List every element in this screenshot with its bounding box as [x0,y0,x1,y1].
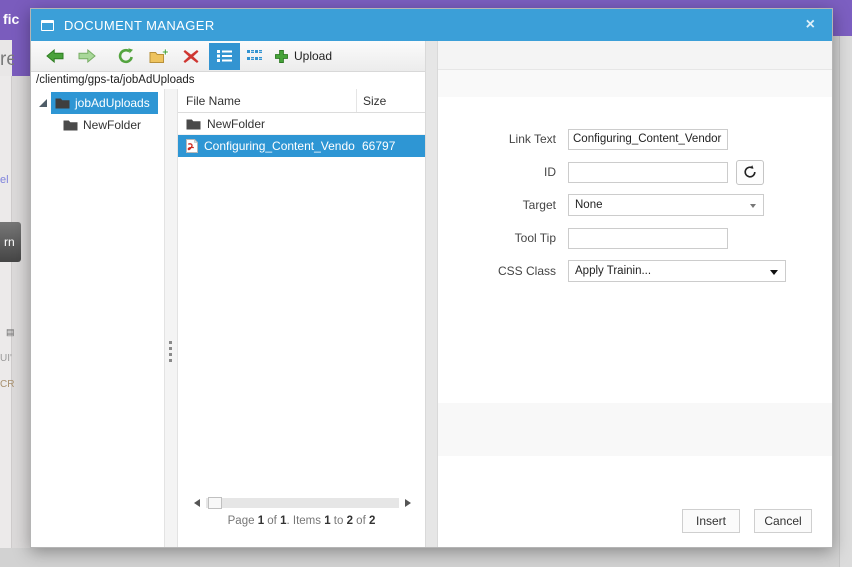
tooltip-field[interactable] [568,227,728,249]
file-browser-pane: Upload /clientimg/gps-ta/jobAdUploads jo… [31,41,425,547]
column-header-size[interactable]: Size [356,89,425,112]
window-icon [41,19,54,31]
link-text-field[interactable] [568,128,728,150]
scroll-right-icon[interactable] [405,499,411,507]
preview-band [438,403,832,456]
column-header-file-name[interactable]: File Name [178,94,356,108]
table-row[interactable]: NewFolder [178,113,425,135]
link-properties-pane: Link Text ID Target None [438,41,832,547]
page-scrollbar [839,36,852,567]
dialog-titlebar[interactable]: DOCUMENT MANAGER × [31,9,832,41]
folder-tree: jobAdUploads NewFolder [31,89,164,547]
file-name: Configuring_Content_Vendo [204,138,355,153]
file-size: 66797 [362,138,396,153]
pager-scrollbar [194,496,411,510]
properties-header-band [438,41,832,70]
upload-icon [275,49,288,63]
folder-icon [186,119,201,129]
file-grid: File Name Size NewFolder Configuring_Con… [178,89,425,547]
dialog-footer: Insert Cancel [682,509,812,533]
page-link-fragment: el [0,174,9,186]
splitter-grip[interactable] [169,341,172,365]
tree-node-jobaduploads[interactable]: jobAdUploads [31,92,164,114]
file-name: NewFolder [207,116,266,131]
new-folder-button[interactable] [142,43,176,70]
css-class-value: Apply Trainin... [575,265,652,277]
tree-node-label: jobAdUploads [75,96,150,110]
css-class-label: CSS Class [497,264,556,278]
page-header-text-fragment: fic [3,11,20,27]
tree-node-selected[interactable]: jobAdUploads [51,92,158,114]
current-path: /clientimg/gps-ta/jobAdUploads [36,74,195,86]
id-field[interactable] [568,161,728,183]
page-button-fragment: rn [0,222,21,262]
page-heading-fragment: re [0,49,14,70]
refresh-button[interactable] [109,43,142,70]
id-label: ID [544,165,556,179]
chevron-down-icon [750,204,756,208]
cancel-button[interactable]: Cancel [754,509,812,533]
form-row-link-text: Link Text [438,128,832,150]
grid-view-button[interactable] [240,43,269,70]
page-text-fragment-cri: CRI [0,379,14,390]
target-label: Target [522,198,556,212]
table-row-selected[interactable]: Configuring_Content_Vendo 66797 [178,135,425,157]
delete-button[interactable] [176,43,206,70]
forward-button[interactable] [71,43,103,70]
expander-icon[interactable] [39,99,47,107]
back-button[interactable] [39,43,71,70]
grid-header: File Name Size [178,89,425,113]
list-view-icon [217,50,232,62]
chevron-down-icon [770,270,778,275]
scrollbar-thumb[interactable] [208,497,222,509]
upload-button[interactable]: Upload [275,49,332,63]
css-class-dropdown[interactable]: Apply Trainin... [568,260,786,282]
form-row-target: Target None [438,194,832,216]
close-icon[interactable]: × [806,17,815,33]
dialog-title: DOCUMENT MANAGER [64,17,215,33]
delete-icon [183,49,199,63]
form-row-id: ID [438,159,832,185]
refresh-icon [118,48,133,64]
pager-status: Page 1 of 1. Items 1 to 2 of 2 [227,515,376,527]
folder-icon [63,120,78,131]
target-dropdown[interactable]: None [568,194,764,216]
scrollbar-track[interactable] [206,497,399,509]
link-text-label: Link Text [508,132,556,146]
pdf-file-icon [186,138,198,153]
link-properties-form: Link Text ID Target None [438,128,832,293]
rotate-icon [744,165,756,178]
generate-id-button[interactable] [736,159,764,185]
screen: fic re el rn ▤ UI' CRI DOCUMENT MANAGER … [0,0,852,567]
tree-splitter[interactable] [164,89,178,547]
tooltip-label: Tool Tip [514,231,556,245]
tree-node-newfolder[interactable]: NewFolder [31,114,164,136]
forward-icon [78,49,96,63]
back-icon [46,49,64,63]
page-left-strip [0,76,30,548]
new-folder-icon [149,48,169,63]
form-row-css-class: CSS Class Apply Trainin... [438,260,832,282]
scroll-left-icon[interactable] [194,499,200,507]
document-manager-dialog: DOCUMENT MANAGER × Upload /clientimg/gps… [30,8,833,548]
tree-node-label: NewFolder [83,118,142,132]
properties-subheader-band [438,70,832,97]
page-doc-icon: ▤ [6,327,15,337]
insert-button[interactable]: Insert [682,509,740,533]
page-text-fragment-ui: UI' [0,353,12,364]
list-view-button[interactable] [209,42,240,70]
form-row-tooltip: Tool Tip [438,227,832,249]
folder-icon [55,98,70,109]
pane-splitter[interactable] [425,41,438,547]
toolbar: Upload [31,41,425,72]
upload-label: Upload [294,49,333,63]
grid-view-icon [247,50,262,60]
target-value: None [575,199,603,211]
